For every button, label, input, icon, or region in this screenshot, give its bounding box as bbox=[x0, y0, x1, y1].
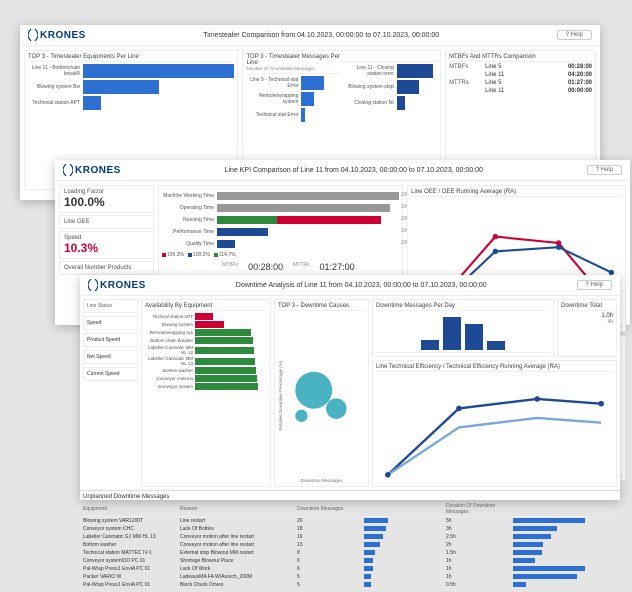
table-row[interactable]: Technical station MATTEC IV-1External st… bbox=[83, 549, 617, 557]
card-title: Downtime Total bbox=[561, 303, 613, 311]
table-row[interactable]: Conveyor system010 PC 01Shortage Blowout… bbox=[83, 557, 617, 565]
tech-eff-chart bbox=[376, 374, 613, 493]
table-row[interactable]: Conveyor system CHCLack Of Bottles183h bbox=[83, 525, 617, 533]
downtime-total-card: Downtime Total 1.0h 4h bbox=[557, 299, 617, 357]
krones-icon bbox=[88, 279, 98, 291]
tech-eff-card: Line Technical Efficiency / Technical Ef… bbox=[372, 360, 617, 487]
table-row[interactable]: Packer VARIO WLadeausMA FA W/Ausrch_200M… bbox=[83, 573, 617, 581]
avail-row: Blowing system bbox=[145, 321, 267, 328]
kpi-value: 100.0% bbox=[64, 195, 149, 209]
speed-kpi: Speed bbox=[83, 316, 138, 330]
speed-card: Speed 10.3% bbox=[59, 231, 154, 259]
brand-logo: KRONES bbox=[88, 279, 146, 291]
table-header: EquipmentReasonDowntime MessagesDuration… bbox=[83, 502, 617, 517]
panel-title: Timestealer Comparison from 04.10.2023, … bbox=[86, 32, 557, 39]
avail-row: Remote/wrapping sys bbox=[145, 329, 267, 336]
downtime-causes-card: TOP 3 - Downtime Causes Relative Downtim… bbox=[274, 299, 369, 487]
avail-row: Labeller Canmatic MM HL 12 bbox=[145, 345, 267, 355]
card-title: Downtime Messages Per Day bbox=[376, 303, 550, 311]
table-row[interactable]: Bottom washerConveyor motion after line … bbox=[83, 541, 617, 549]
y-axis-label: Relative Downtime Percentage (%) bbox=[278, 313, 283, 478]
avail-row: Bottom chain breaker bbox=[145, 337, 267, 344]
gantt-chart: Machine Working Time100 Operating Time100… bbox=[162, 191, 399, 249]
bar-row: Remote/wrapping system bbox=[246, 92, 341, 106]
avail-row: Bottom washer bbox=[145, 367, 267, 374]
panel-header: KRONES Timestealer Comparison from 04.10… bbox=[20, 25, 600, 46]
bar-row: Blowing system stop bbox=[342, 80, 437, 94]
brand-logo: KRONES bbox=[28, 29, 86, 41]
panel-title: Downtime Analysis of Line 11 from 04.10.… bbox=[146, 282, 577, 289]
gantt-row: Quality Time100 bbox=[162, 239, 399, 249]
kpi-label: Overall Number Products bbox=[64, 265, 149, 271]
bar-row: Line 11 - Bottomchain breakR bbox=[28, 64, 234, 78]
help-button[interactable]: ? Help bbox=[577, 280, 612, 290]
card-title: TOP 3 - Timestealer Messages Per LineNum… bbox=[246, 54, 341, 74]
gantt-row: Operating Time100 bbox=[162, 203, 399, 213]
downtime-sidebar: Line Status Speed Product Speed Net Spee… bbox=[83, 299, 138, 487]
net-speed-kpi: Net Speed bbox=[83, 350, 138, 364]
panel-title: Line KPI Comparison of Line 11 from 04.1… bbox=[121, 167, 587, 174]
messages-bar-chart-right: Line 11 - Closing station error Blowing s… bbox=[342, 64, 437, 110]
product-speed-kpi: Product Speed bbox=[83, 333, 138, 347]
unplanned-messages-table: Unplanned Downtime Messages EquipmentRea… bbox=[80, 490, 620, 592]
mpd-bar bbox=[487, 341, 505, 350]
messages-bar-chart-left: Line 5 - Technical stat Error Remote/wrap… bbox=[246, 76, 341, 122]
msg-per-day-card: Downtime Messages Per Day bbox=[372, 299, 554, 357]
card-title: TOP 3 - Downtime Causes bbox=[278, 303, 365, 311]
equipments-bar-chart: Line 11 - Bottomchain breakR Blowing syst… bbox=[28, 64, 234, 110]
gantt-row: Running Time100 bbox=[162, 215, 399, 225]
kpi-value: 10.3% bbox=[64, 241, 149, 255]
avail-row: Labeller Canmatic MM HL 13 bbox=[145, 356, 267, 366]
time-row: MTBFs 00:28:00 MTTRs 01:27:00 bbox=[162, 262, 399, 272]
bar-row: Blowing system Bw bbox=[28, 80, 234, 94]
mpd-bar bbox=[443, 317, 461, 350]
table-body: Blowing system VAR1200TLine restart205hC… bbox=[83, 517, 617, 589]
avail-row: Conveyor motiona bbox=[145, 375, 267, 382]
overall-products-card: Overall Number Products bbox=[59, 261, 154, 275]
bar-row: Closing station fst bbox=[342, 96, 437, 110]
bubble-chart bbox=[283, 313, 365, 478]
downtime-panel: KRONES Downtime Analysis of Line 11 from… bbox=[80, 275, 620, 500]
current-speed-kpi: Current Speed bbox=[83, 367, 138, 381]
help-button[interactable]: ? Help bbox=[587, 165, 622, 175]
loading-factor-card: Loading Factor 100.0% bbox=[59, 185, 154, 213]
card-title: Line OEE / OEE Running Average (RA) bbox=[411, 189, 622, 197]
gantt-legend: 106.3%100.2%114.7% bbox=[162, 252, 399, 258]
kpi-label: Line OEE bbox=[64, 219, 149, 225]
card-title: TOP 3 - Timestealer Equipments Per Line bbox=[28, 54, 234, 62]
mtbf-grid: MTBFsLine 500:28:00Line 1104:20:00MTTRsL… bbox=[449, 64, 592, 94]
total-value: 4h bbox=[561, 319, 613, 325]
line-oee-card: Line OEE bbox=[59, 215, 154, 229]
panel-header: KRONES Downtime Analysis of Line 11 from… bbox=[80, 275, 620, 296]
bar-row: Technical stat Error bbox=[246, 108, 341, 122]
line-status-card: Line Status bbox=[83, 299, 138, 313]
avail-row: Techical station APT bbox=[145, 313, 267, 320]
table-row[interactable]: Pal-Wrap Press1 EnviA PC 01Block Check D… bbox=[83, 581, 617, 589]
card-title: MTBFs And MTTRs Comparison bbox=[449, 54, 592, 62]
krones-icon bbox=[63, 164, 73, 176]
x-axis-label: Downtime Messages bbox=[278, 478, 365, 483]
availability-card: Availability By Equipment Techical stati… bbox=[141, 299, 271, 487]
panel-header: KRONES Line KPI Comparison of Line 11 fr… bbox=[55, 160, 630, 181]
table-row[interactable]: Blowing system VAR1200TLine restart205h bbox=[83, 517, 617, 525]
availability-chart: Techical station APTBlowing systemRemote… bbox=[145, 313, 267, 390]
gantt-row: Machine Working Time100 bbox=[162, 191, 399, 201]
krones-icon bbox=[28, 29, 38, 41]
table-row[interactable]: Pal-Wrap Press1 EnviA PC 01Lack Of Work6… bbox=[83, 565, 617, 573]
bar-row: Line 11 - Closing station error bbox=[342, 64, 437, 78]
avail-row: Conveyor system bbox=[145, 383, 267, 390]
bar-row: Line 5 - Technical stat Error bbox=[246, 76, 341, 90]
gantt-row: Performance Time100 bbox=[162, 227, 399, 237]
bar-row: Technical station APT bbox=[28, 96, 234, 110]
brand-logo: KRONES bbox=[63, 164, 121, 176]
table-row[interactable]: Labeller Canmatic G1 MM HL 13Conveyor mo… bbox=[83, 533, 617, 541]
card-title: Line Technical Efficiency / Technical Ef… bbox=[376, 364, 613, 372]
mpd-bar bbox=[421, 340, 439, 351]
msg-per-day-chart bbox=[376, 313, 550, 353]
mpd-bar bbox=[465, 324, 483, 350]
help-button[interactable]: ? Help bbox=[557, 30, 592, 40]
card-title bbox=[342, 54, 437, 62]
card-title: Availability By Equipment bbox=[145, 303, 267, 311]
